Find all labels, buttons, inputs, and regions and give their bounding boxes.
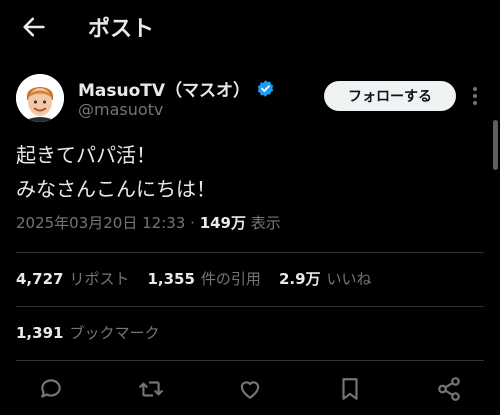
views-count: 149万: [199, 214, 246, 232]
heart-icon[interactable]: [237, 376, 263, 402]
quotes-stat[interactable]: 1,355 件の引用: [147, 268, 260, 289]
action-bar: [0, 372, 500, 406]
reposts-label: リポスト: [69, 270, 130, 288]
divider: [16, 252, 484, 253]
divider: [16, 360, 484, 361]
bookmarks-label: ブックマーク: [69, 324, 160, 342]
handle[interactable]: @masuotv: [78, 100, 163, 119]
bookmarks-count: 1,391: [16, 324, 64, 342]
post-line: 起きてパパ活！: [16, 143, 156, 167]
divider: [16, 306, 484, 307]
follow-button[interactable]: フォローする: [324, 81, 456, 111]
likes-count: 2.9万: [278, 270, 321, 288]
top-bar: ポスト: [0, 0, 500, 52]
display-name[interactable]: MasuoTV（マスオ）: [78, 76, 250, 101]
verified-badge-icon[interactable]: [256, 79, 275, 98]
more-vertical-icon[interactable]: [468, 84, 482, 108]
likes-stat[interactable]: 2.9万 いいね: [279, 268, 372, 289]
reposts-count: 4,727: [16, 270, 64, 288]
engagement-stats: 4,727 リポスト 1,355 件の引用 2.9万 いいね: [16, 268, 372, 289]
avatar-image: [16, 74, 64, 122]
repost-icon[interactable]: [138, 376, 164, 402]
reposts-stat[interactable]: 4,727 リポスト: [16, 268, 129, 289]
page-title: ポスト: [88, 17, 155, 42]
bookmarks-stat[interactable]: 1,391 ブックマーク: [16, 322, 159, 343]
post-line: みなさんこんにちは！: [16, 177, 216, 201]
quotes-label: 件の引用: [200, 270, 261, 288]
meta-separator: ·: [190, 214, 195, 232]
scrollbar[interactable]: [493, 120, 498, 170]
reply-icon[interactable]: [38, 376, 64, 402]
bookmark-icon[interactable]: [337, 376, 363, 402]
post-meta: 2025年03月20日 12:33 · 149万 表示: [16, 212, 281, 233]
post-text: 起きてパパ活！ みなさんこんにちは！: [16, 138, 216, 206]
arrow-left-icon[interactable]: [20, 13, 48, 41]
timestamp[interactable]: 2025年03月20日 12:33: [16, 214, 185, 232]
avatar[interactable]: [16, 74, 64, 122]
author-name-row: MasuoTV（マスオ）: [78, 76, 275, 101]
share-icon[interactable]: [436, 376, 462, 402]
likes-label: いいね: [326, 270, 372, 288]
views-label: 表示: [250, 214, 281, 232]
quotes-count: 1,355: [147, 270, 195, 288]
